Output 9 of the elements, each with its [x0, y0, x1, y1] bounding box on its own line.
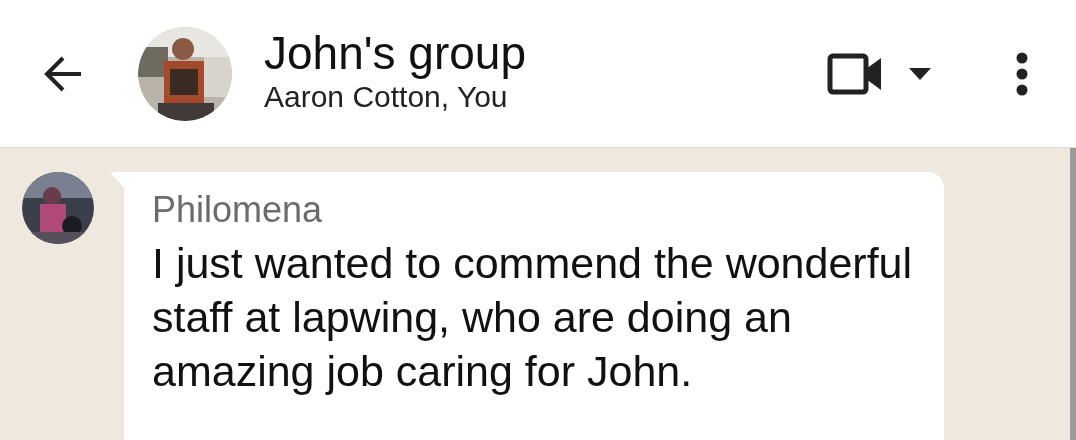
message-bubble[interactable]: Philomena I just wanted to commend the wonderful staff at lapwing, who are doing an amazing job caring for John. [124, 172, 944, 440]
back-arrow-icon[interactable] [43, 55, 83, 92]
caret-icon[interactable] [909, 67, 931, 80]
message-text: I just wanted to commend the wonderful staff at lapwing, who are doing an amazing job caring for John. [152, 238, 914, 397]
chat-title[interactable]: John's group Aaron Cotton, You [264, 29, 827, 114]
group-members: Aaron Cotton, You [264, 79, 509, 114]
sender-name: Philomena [152, 190, 324, 230]
video-call-icon[interactable] [827, 52, 883, 95]
more-options-icon[interactable] [1016, 51, 1028, 96]
